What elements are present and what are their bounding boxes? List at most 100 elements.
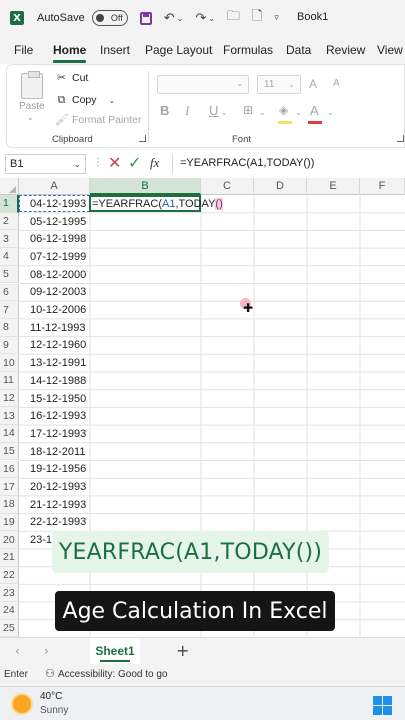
tab-formulas[interactable]: Formulas xyxy=(223,43,273,57)
previous-sheet-icon[interactable]: ‹ xyxy=(15,644,20,658)
accessibility-icon[interactable]: ⚇ xyxy=(45,667,55,680)
select-all-button[interactable] xyxy=(0,178,19,195)
windows-start-icon[interactable] xyxy=(373,696,392,715)
font-launcher-icon[interactable] xyxy=(397,135,404,142)
formula-input[interactable]: =YEARFRAC(A1,TODAY()) xyxy=(172,154,405,174)
cell-a[interactable]: 08-12-2000 xyxy=(30,266,86,284)
tab-data[interactable]: Data xyxy=(286,43,311,57)
confirm-entry-icon[interactable]: ✓ xyxy=(128,153,141,172)
row-header[interactable]: 9 xyxy=(0,336,19,355)
row-header[interactable]: 16 xyxy=(0,460,19,479)
column-header-e[interactable]: E xyxy=(307,178,360,195)
font-size-select[interactable]: 11 ⌄ xyxy=(257,75,301,94)
column-header-d[interactable]: D xyxy=(254,178,307,195)
fill-color-icon[interactable]: ◈ xyxy=(279,103,288,117)
row-header[interactable]: 8 xyxy=(0,318,19,337)
cell-a[interactable]: 20-12-1993 xyxy=(30,478,86,496)
font-name-select[interactable]: ⌄ xyxy=(157,75,249,94)
cell-a[interactable]: 13-12-1991 xyxy=(30,354,86,372)
row-header[interactable]: 1 xyxy=(0,195,19,213)
tab-insert[interactable]: Insert xyxy=(100,43,130,57)
format-painter-button[interactable]: 🖌 Format Painter xyxy=(55,113,141,126)
row-header[interactable]: 17 xyxy=(0,478,19,496)
cell-a[interactable]: 22-12-1993 xyxy=(30,514,86,532)
row-header[interactable]: 21 xyxy=(0,549,19,567)
cell-a[interactable]: 10-12-2006 xyxy=(30,301,86,319)
row-header[interactable]: 12 xyxy=(0,389,19,408)
row-header[interactable]: 6 xyxy=(0,283,19,302)
tab-page-layout[interactable]: Page Layout xyxy=(145,43,212,57)
add-sheet-button[interactable]: + xyxy=(176,641,189,660)
paste-label[interactable]: Paste xyxy=(19,101,45,112)
cell-a[interactable]: 12-12-1960 xyxy=(30,337,86,355)
cell-a[interactable]: 06-12-1998 xyxy=(30,230,86,248)
sun-icon[interactable] xyxy=(13,695,31,713)
name-box[interactable]: B1 ⌄ xyxy=(5,154,86,174)
cell-a[interactable]: 07-12-1999 xyxy=(30,248,86,266)
weather-temperature[interactable]: 40°C xyxy=(40,691,62,702)
tab-view[interactable]: View xyxy=(377,43,403,57)
cell-a[interactable]: 21-12-1993 xyxy=(30,496,86,514)
accessibility-status[interactable]: Accessibility: Good to go xyxy=(58,669,168,680)
column-header-a[interactable]: A xyxy=(19,178,90,195)
tab-home[interactable]: Home xyxy=(53,43,87,63)
cell-a[interactable]: 11-12-1993 xyxy=(30,319,85,337)
underline-button[interactable]: U xyxy=(209,103,218,118)
row-header[interactable]: 19 xyxy=(0,513,19,532)
row-header[interactable]: 22 xyxy=(0,566,19,585)
autosave-toggle[interactable]: Off xyxy=(91,10,128,26)
cell-a[interactable]: 09-12-2003 xyxy=(30,284,86,302)
row-header[interactable]: 25 xyxy=(0,619,19,638)
shrink-font-button[interactable]: A xyxy=(333,78,340,89)
column-header-f[interactable]: F xyxy=(360,178,405,195)
grow-font-button[interactable]: A xyxy=(309,77,317,91)
chevron-down-icon[interactable]: ⌄ xyxy=(221,108,228,117)
save-button[interactable] xyxy=(139,11,152,25)
weather-description[interactable]: Sunny xyxy=(40,705,68,716)
row-header[interactable]: 2 xyxy=(0,212,19,231)
cell-a[interactable]: 14-12-1988 xyxy=(30,372,86,390)
sheet-tab-sheet1[interactable]: Sheet1 xyxy=(90,638,140,664)
cell-a[interactable]: 17-12-1993 xyxy=(30,425,86,443)
cut-button[interactable]: ✂ Cut xyxy=(55,71,88,84)
row-header[interactable]: 18 xyxy=(0,495,19,514)
row-header[interactable]: 7 xyxy=(0,301,19,319)
cell-a[interactable]: 18-12-2011 xyxy=(30,443,85,461)
cell-a[interactable]: 15-12-1950 xyxy=(30,390,86,408)
row-header[interactable]: 20 xyxy=(0,531,19,549)
tab-file[interactable]: File xyxy=(14,43,33,57)
copy-button[interactable]: ⧉ Copy ⌄ xyxy=(55,93,116,107)
next-sheet-icon[interactable]: › xyxy=(44,644,49,658)
row-header[interactable]: 10 xyxy=(0,354,19,372)
chevron-down-icon[interactable]: ⌄ xyxy=(295,108,302,117)
row-header[interactable]: 13 xyxy=(0,407,19,426)
clipboard-launcher-icon[interactable] xyxy=(139,135,146,142)
redo-button[interactable]: ↷ ⌄ xyxy=(195,11,215,26)
column-header-b[interactable]: B xyxy=(90,178,201,195)
bold-button[interactable]: B xyxy=(160,103,169,118)
chevron-down-icon[interactable]: ⌄ xyxy=(27,113,34,122)
borders-icon[interactable]: ⊞ xyxy=(243,103,253,117)
font-color-icon[interactable]: A xyxy=(310,103,319,118)
column-header-c[interactable]: C xyxy=(201,178,254,195)
undo-button[interactable]: ↶ ⌄ xyxy=(164,11,184,26)
cancel-entry-icon[interactable]: ✕ xyxy=(108,153,121,172)
row-header[interactable]: 3 xyxy=(0,230,19,249)
chevron-down-icon[interactable]: ⌄ xyxy=(327,108,334,117)
cell-a[interactable]: 16-12-1993 xyxy=(30,407,86,425)
row-header[interactable]: 4 xyxy=(0,248,19,266)
customize-toolbar-button[interactable]: ▿ xyxy=(274,13,279,23)
new-file-button[interactable]: 🗋 xyxy=(252,7,262,29)
row-header[interactable]: 23 xyxy=(0,584,19,603)
tab-review[interactable]: Review xyxy=(326,43,365,57)
row-header[interactable]: 15 xyxy=(0,442,19,461)
cell-a[interactable]: 05-12-1995 xyxy=(30,213,86,231)
open-folder-button[interactable]: 🗀 xyxy=(227,7,240,29)
cell-a[interactable]: 19-12-1956 xyxy=(30,461,86,479)
paste-icon[interactable] xyxy=(21,71,43,99)
row-header[interactable]: 11 xyxy=(0,372,19,390)
more-options-icon[interactable]: ⋮ xyxy=(93,157,103,168)
row-header[interactable]: 24 xyxy=(0,602,19,620)
chevron-down-icon[interactable]: ⌄ xyxy=(259,108,266,117)
row-header[interactable]: 14 xyxy=(0,425,19,443)
